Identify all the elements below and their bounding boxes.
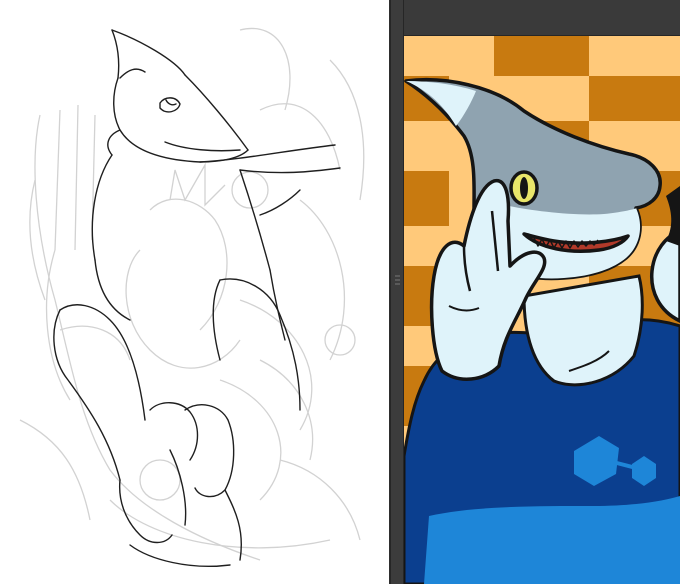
splitter-grip: [395, 279, 400, 281]
color-canvas[interactable]: [404, 36, 680, 584]
sketch-canvas-pane[interactable]: [0, 0, 390, 584]
colored-artwork: [404, 36, 680, 584]
canvas-toolbar: [404, 0, 680, 36]
splitter-grip: [395, 275, 400, 277]
color-canvas-pane[interactable]: [404, 0, 680, 584]
splitter-grip: [395, 283, 400, 285]
canvas-splitter[interactable]: [390, 0, 404, 584]
sketch-canvas[interactable]: [0, 0, 390, 584]
sketch-construction-lines: [19, 27, 365, 561]
sketch-line-art: [53, 29, 341, 567]
